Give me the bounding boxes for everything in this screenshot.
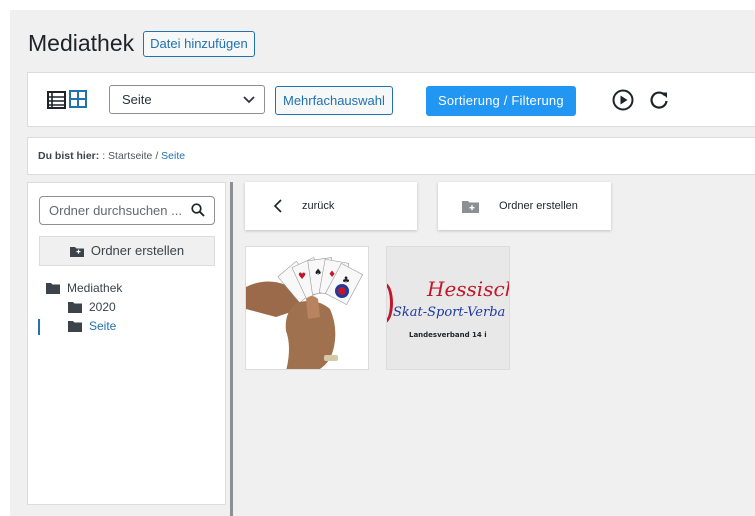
tree-item-label: 2020 bbox=[89, 300, 116, 314]
tree-item-label: Mediathek bbox=[67, 281, 123, 295]
media-library-page: Mediathek Datei hinzufügen Seite Mehrfac… bbox=[10, 10, 755, 516]
breadcrumb: Du bist hier: : Startseite / Seite bbox=[27, 137, 755, 175]
svg-text:♦: ♦ bbox=[328, 270, 336, 280]
logo-ring bbox=[387, 283, 393, 323]
folder-search-placeholder: Ordner durchsuchen ... bbox=[49, 203, 182, 218]
back-card[interactable]: zurück bbox=[245, 182, 417, 230]
tree-item-label: Seite bbox=[89, 319, 117, 333]
breadcrumb-home[interactable]: Startseite bbox=[108, 150, 152, 162]
chevron-down-icon bbox=[243, 96, 255, 104]
create-folder-label: Ordner erstellen bbox=[499, 200, 578, 212]
media-toolbar: Seite Mehrfachauswahl Sortierung / Filte… bbox=[27, 72, 755, 127]
folder-tree: Mediathek 2020 Seite bbox=[38, 279, 122, 336]
sidebar-create-folder-label: Ordner erstellen bbox=[90, 243, 185, 258]
view-select[interactable]: Seite bbox=[109, 85, 265, 114]
create-folder-card[interactable]: Ordner erstellen bbox=[438, 182, 611, 230]
logo-text-line2: Skat-Sport-Verba bbox=[393, 305, 506, 320]
search-icon[interactable] bbox=[191, 203, 205, 217]
folder-sidebar: Ordner durchsuchen ... Ordner erstellen … bbox=[27, 182, 226, 505]
refresh-icon[interactable] bbox=[648, 89, 670, 111]
sidebar-create-folder-button[interactable]: Ordner erstellen bbox=[39, 236, 215, 266]
folder-icon bbox=[46, 283, 60, 294]
folder-plus-icon bbox=[69, 247, 84, 257]
back-label: zurück bbox=[302, 200, 335, 212]
breadcrumb-label: Du bist hier: bbox=[38, 150, 100, 162]
folder-icon bbox=[68, 302, 82, 313]
svg-text:♠: ♠ bbox=[314, 268, 322, 278]
view-select-value: Seite bbox=[122, 92, 152, 107]
tree-item-seite[interactable]: Seite bbox=[38, 317, 122, 336]
add-file-button[interactable]: Datei hinzufügen bbox=[143, 30, 255, 57]
folder-plus-icon bbox=[462, 200, 479, 213]
folder-search-input[interactable]: Ordner durchsuchen ... bbox=[39, 196, 215, 225]
media-thumbnail-cards[interactable]: ♥ ♠ ♦ ♣ bbox=[245, 246, 369, 370]
grid-view-icon[interactable] bbox=[69, 90, 87, 108]
sidebar-resize-handle[interactable] bbox=[230, 182, 233, 516]
logo-text-line1: Hessisch bbox=[427, 277, 510, 301]
breadcrumb-slash: / bbox=[155, 150, 159, 162]
breadcrumb-current[interactable]: Seite bbox=[161, 150, 185, 162]
list-view-icon[interactable] bbox=[47, 91, 66, 109]
breadcrumb-separator: : bbox=[102, 150, 106, 162]
svg-text:♥: ♥ bbox=[298, 272, 306, 282]
folder-icon bbox=[68, 321, 82, 332]
tree-item-2020[interactable]: 2020 bbox=[46, 298, 122, 317]
play-circle-icon[interactable] bbox=[612, 89, 634, 111]
active-indicator bbox=[38, 319, 40, 335]
title-row: Mediathek Datei hinzufügen bbox=[28, 30, 255, 57]
chevron-left-icon bbox=[273, 199, 282, 213]
logo-text-line3: Landesverband 14 i bbox=[409, 331, 487, 339]
tree-item-mediathek[interactable]: Mediathek bbox=[46, 279, 122, 298]
sort-filter-button[interactable]: Sortierung / Filterung bbox=[426, 86, 576, 116]
multi-select-button[interactable]: Mehrfachauswahl bbox=[275, 86, 393, 115]
page-title: Mediathek bbox=[28, 30, 135, 56]
playing-cards-image: ♥ ♠ ♦ ♣ bbox=[246, 247, 368, 369]
media-thumbnail-logo[interactable]: Hessisch Skat-Sport-Verba Landesverband … bbox=[386, 246, 510, 370]
